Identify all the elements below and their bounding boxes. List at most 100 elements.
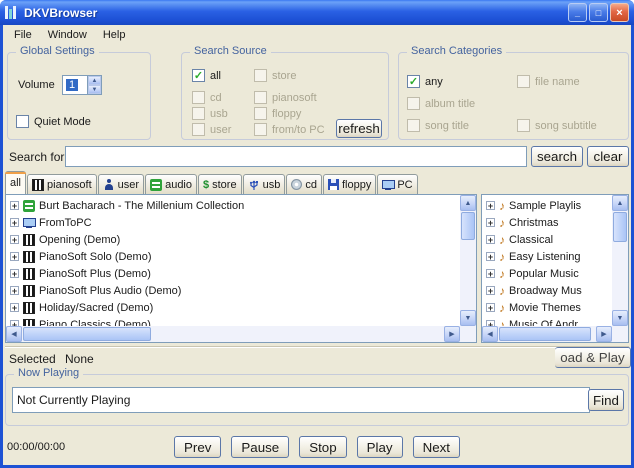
playlists-vertical-scrollbar[interactable]: ▲ ▼ [612,195,628,326]
menu-help[interactable]: Help [95,27,134,43]
expand-icon[interactable]: + [10,201,19,211]
checkbox-label: from/to PC [272,123,325,136]
tree-item-label: PianoSoft Plus Audio (Demo) [39,284,182,297]
tree-item[interactable]: + Holiday/Sacred (Demo) [6,299,460,316]
category-any-checkbox[interactable]: ✓ any [407,75,443,88]
checkbox-box [517,75,530,88]
scrollbar-thumb[interactable] [499,327,591,341]
source-user-checkbox[interactable]: user [192,123,231,136]
expand-icon[interactable]: + [10,269,19,279]
scroll-right-icon[interactable]: ▶ [444,326,460,342]
tab-label: floppy [341,178,372,191]
expand-icon[interactable]: + [10,252,19,262]
checkbox-box: ✓ [192,69,205,82]
spin-up-icon[interactable]: ▲ [88,76,101,85]
tab-pianosoft[interactable]: pianosoft [27,174,97,194]
list-item[interactable]: + ♪ Easy Listening [482,248,612,265]
tab-pc[interactable]: PC [377,174,418,194]
list-item[interactable]: + ♪ Classical [482,231,612,248]
expand-icon[interactable]: + [10,303,19,313]
scrollbar-thumb[interactable] [461,212,475,240]
search-button[interactable]: search [531,146,583,167]
piano-icon [32,178,45,191]
expand-icon[interactable]: + [10,286,19,296]
scrollbar-thumb[interactable] [23,327,151,341]
piano-icon [23,267,35,280]
category-songtitle-checkbox[interactable]: song title [407,119,469,132]
menu-file[interactable]: File [6,27,40,43]
tab-all[interactable]: all [5,171,27,194]
refresh-button[interactable]: refresh [336,119,382,138]
prev-button[interactable]: Prev [174,436,222,458]
tree-item[interactable]: + Opening (Demo) [6,231,460,248]
scrollbar-thumb[interactable] [613,212,627,242]
tab-user[interactable]: user [97,174,145,194]
stop-button[interactable]: Stop [299,436,347,458]
pause-button[interactable]: Pause [231,436,290,458]
volume-value-text: 1 [66,79,79,91]
source-all-checkbox[interactable]: ✓ all [192,69,221,82]
tree-horizontal-scrollbar[interactable]: ◀ ▶ [6,326,460,342]
expand-icon[interactable]: + [486,286,495,296]
scroll-down-icon[interactable]: ▼ [460,310,476,326]
quiet-mode-checkbox[interactable]: Quiet Mode [16,115,91,128]
scroll-left-icon[interactable]: ◀ [6,326,22,342]
expand-icon[interactable]: + [486,269,495,279]
list-item[interactable]: + ♪ Music Of Andr [482,316,612,326]
play-button[interactable]: Play [356,436,403,458]
expand-icon[interactable]: + [486,303,495,313]
minimize-button[interactable]: _ [568,3,587,22]
menu-window[interactable]: Window [40,27,95,43]
find-button[interactable]: Find [588,389,624,411]
list-item[interactable]: + ♪ Christmas [482,214,612,231]
tab-label: pianosoft [47,178,92,191]
source-pianosoft-checkbox[interactable]: pianosoft [254,91,317,104]
expand-icon[interactable]: + [486,252,495,262]
source-store-checkbox[interactable]: store [254,69,296,82]
source-usb-checkbox[interactable]: usb [192,107,228,120]
tree-item[interactable]: + FromToPC [6,214,460,231]
tree-item[interactable]: + PianoSoft Plus (Demo) [6,265,460,282]
playlists-horizontal-scrollbar[interactable]: ◀ ▶ [482,326,612,342]
scroll-right-icon[interactable]: ▶ [596,326,612,342]
tab-usb[interactable]: usb [242,174,286,194]
tree-vertical-scrollbar[interactable]: ▲ ▼ [460,195,476,326]
tree-item[interactable]: + PianoSoft Solo (Demo) [6,248,460,265]
tab-floppy[interactable]: floppy [322,174,377,194]
list-item[interactable]: + ♪ Broadway Mus [482,282,612,299]
expand-icon[interactable]: + [486,201,495,211]
tree-item[interactable]: + Piano Classics (Demo) [6,316,460,326]
source-fromtopc-checkbox[interactable]: from/to PC [254,123,325,136]
clear-button[interactable]: clear [587,146,629,167]
scroll-up-icon[interactable]: ▲ [612,195,628,211]
source-floppy-checkbox[interactable]: floppy [254,107,301,120]
playlist-label: Classical [509,233,554,246]
expand-icon[interactable]: + [486,218,495,228]
category-albumtitle-checkbox[interactable]: album title [407,97,475,110]
scroll-up-icon[interactable]: ▲ [460,195,476,211]
expand-icon[interactable]: + [10,218,19,228]
category-songsubtitle-checkbox[interactable]: song subtitle [517,119,597,132]
expand-icon[interactable]: + [10,235,19,245]
tree-item[interactable]: + PianoSoft Plus Audio (Demo) [6,282,460,299]
close-button[interactable]: × [610,3,629,22]
list-item[interactable]: + ♪ Movie Themes [482,299,612,316]
tree-item[interactable]: + Burt Bacharach - The Millenium Collect… [6,197,460,214]
list-item[interactable]: + ♪ Sample Playlis [482,197,612,214]
volume-stepper[interactable]: 1 ▲ ▼ [62,75,102,95]
spin-down-icon[interactable]: ▼ [88,85,101,94]
maximize-button[interactable]: □ [589,3,608,22]
list-item[interactable]: + ♪ Popular Music [482,265,612,282]
load-and-play-button[interactable]: oad & Play [555,347,631,368]
category-filename-checkbox[interactable]: file name [517,75,580,88]
search-input[interactable] [65,146,527,167]
tab-audio[interactable]: audio [145,174,197,194]
scroll-left-icon[interactable]: ◀ [482,326,498,342]
tab-store[interactable]: $ store [198,174,242,194]
source-cd-checkbox[interactable]: cd [192,91,222,104]
scroll-down-icon[interactable]: ▼ [612,310,628,326]
tab-cd[interactable]: cd [286,174,322,194]
expand-icon[interactable]: + [486,235,495,245]
next-button[interactable]: Next [412,436,460,458]
piano-icon [23,284,35,297]
